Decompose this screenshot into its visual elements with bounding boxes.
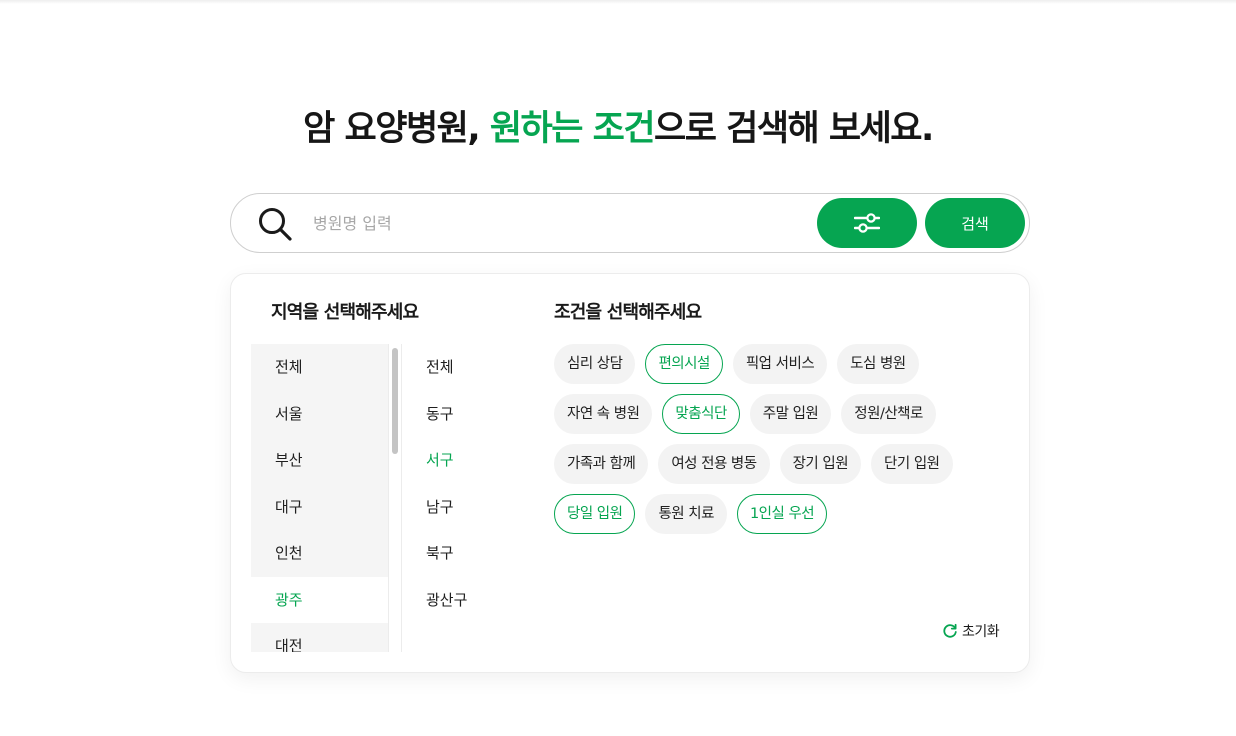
condition-tag[interactable]: 도심 병원: [837, 344, 919, 384]
search-bar: 검색: [230, 193, 1030, 253]
top-shadow-bar: [0, 0, 1236, 4]
page-headline: 암 요양병원, 원하는 조건으로 검색해 보세요.: [0, 100, 1236, 151]
condition-tag-row: 당일 입원 통원 치료 1인실 우선: [554, 494, 1004, 534]
district-item[interactable]: 동구: [426, 391, 536, 438]
refresh-icon: [943, 623, 957, 638]
condition-tag[interactable]: 자연 속 병원: [554, 394, 653, 434]
headline-accent: 원하는 조건: [489, 109, 656, 149]
search-icon: [257, 206, 293, 242]
scrollbar-thumb[interactable]: [392, 348, 398, 454]
condition-tag[interactable]: 맞춤식단: [662, 394, 740, 434]
condition-tag[interactable]: 픽업 서비스: [732, 344, 828, 384]
reset-button[interactable]: 초기화: [942, 621, 1000, 641]
condition-tag-row: 자연 속 병원 맞춤식단 주말 입원 정원/산책로: [554, 394, 1004, 434]
district-item[interactable]: 광산구: [426, 577, 536, 624]
district-item[interactable]: 남구: [426, 484, 536, 531]
region-list: 전체 서울 부산 대구 인천 광주 대전: [251, 344, 388, 652]
region-title: 지역을 선택해주세요: [271, 302, 419, 323]
condition-tag[interactable]: 가족과 함께: [554, 444, 649, 484]
sliders-icon: [854, 213, 880, 233]
region-item[interactable]: 광주: [251, 576, 388, 623]
condition-tag[interactable]: 1인실 우선: [736, 494, 828, 534]
condition-tag-row: 가족과 함께 여성 전용 병동 장기 입원 단기 입원: [554, 444, 1004, 484]
filter-button[interactable]: [817, 198, 917, 248]
region-item[interactable]: 부산: [251, 437, 388, 484]
condition-tag[interactable]: 당일 입원: [554, 494, 636, 534]
filter-panel: 지역을 선택해주세요 조건을 선택해주세요 전체 서울 부산 대구 인천 광주 대전 전체 동…: [230, 273, 1030, 673]
region-item[interactable]: 서울: [251, 390, 388, 437]
condition-title: 조건을 선택해주세요: [554, 302, 702, 323]
district-item[interactable]: 전체: [426, 344, 536, 391]
headline-prefix: 암 요양병원,: [303, 109, 490, 149]
headline-suffix: 으로 검색해 보세요.: [654, 109, 934, 149]
region-scrollbar[interactable]: [388, 344, 402, 652]
district-item[interactable]: 서구: [426, 437, 536, 484]
region-item[interactable]: 인천: [251, 530, 388, 577]
condition-tag[interactable]: 장기 입원: [779, 444, 862, 484]
condition-tag[interactable]: 여성 전용 병동: [658, 444, 770, 484]
condition-tags: 심리 상담 편의시설 픽업 서비스 도심 병원자연 속 병원 맞춤식단 주말 입원 정원/산…: [554, 344, 1004, 544]
reset-label: 초기화: [962, 624, 1000, 640]
condition-tag[interactable]: 단기 입원: [871, 444, 953, 484]
search-button[interactable]: 검색: [925, 198, 1025, 248]
district-item[interactable]: 북구: [426, 530, 536, 577]
condition-tag[interactable]: 정원/산책로: [841, 394, 936, 434]
condition-tag[interactable]: 통원 치료: [645, 494, 727, 534]
search-input[interactable]: [313, 208, 793, 238]
condition-tag[interactable]: 심리 상담: [554, 344, 636, 384]
region-item[interactable]: 전체: [251, 344, 388, 391]
condition-tag-row: 심리 상담 편의시설 픽업 서비스 도심 병원: [554, 344, 1004, 384]
district-list: 전체 동구 서구 남구 북구 광산구: [426, 344, 536, 652]
region-item[interactable]: 대전: [251, 623, 388, 652]
condition-tag[interactable]: 주말 입원: [749, 394, 832, 434]
condition-tag[interactable]: 편의시설: [645, 344, 723, 384]
region-item[interactable]: 대구: [251, 483, 388, 530]
